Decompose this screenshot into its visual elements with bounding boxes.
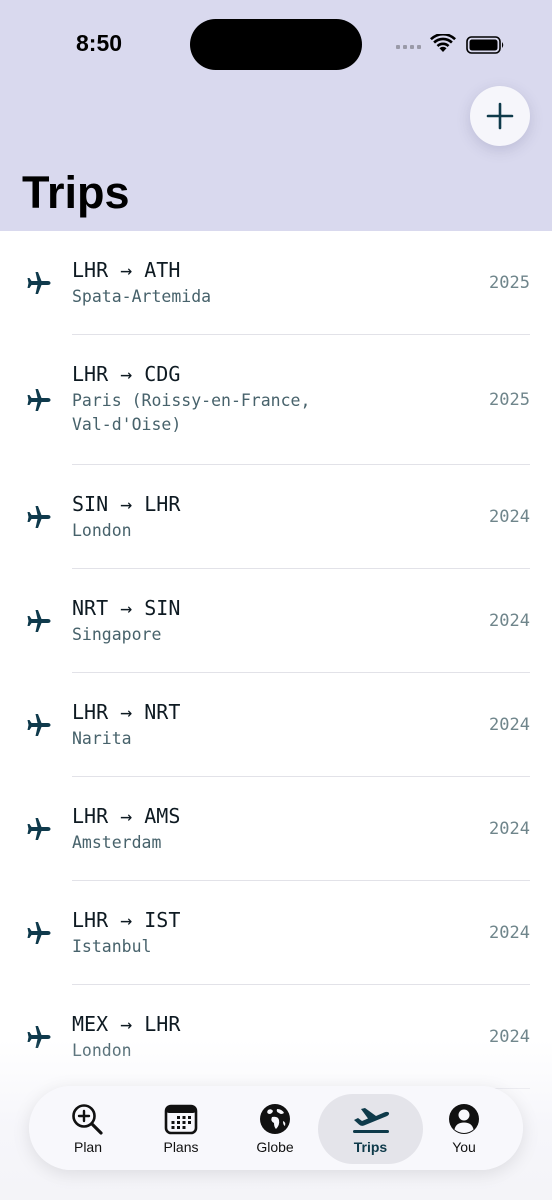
magnifier-plus-icon	[72, 1104, 103, 1135]
trip-city: Paris (Roissy-en-France, Val-d'Oise)	[72, 391, 311, 434]
trip-row[interactable]: LHR → NRT Narita 2024	[0, 673, 552, 777]
cellular-signal-icon	[396, 45, 421, 49]
trip-text: NRT → SIN Singapore	[72, 595, 352, 647]
trip-city: London	[72, 521, 132, 540]
dynamic-island	[190, 19, 362, 70]
trip-route: LHR → AMS	[72, 804, 181, 828]
calendar-icon	[164, 1104, 198, 1135]
tab-globe[interactable]: Globe	[238, 1086, 312, 1170]
plane-icon	[25, 713, 51, 741]
tab-plans[interactable]: Plans	[144, 1086, 218, 1170]
tab-plan[interactable]: Plan	[51, 1086, 125, 1170]
trip-city: Amsterdam	[72, 833, 162, 852]
trip-row[interactable]: SIN → LHR London 2024	[0, 465, 552, 569]
trip-year: 2024	[489, 611, 530, 631]
add-trip-button[interactable]	[470, 86, 530, 146]
trip-text: SIN → LHR London	[72, 491, 352, 543]
page-title: Trips	[22, 167, 130, 218]
trip-text: LHR → NRT Narita	[72, 699, 352, 751]
trip-year: 2025	[489, 273, 530, 293]
globe-icon	[260, 1104, 290, 1134]
trip-city: Spata-Artemida	[72, 287, 212, 306]
tab-trips[interactable]: Trips	[333, 1086, 408, 1170]
trip-row[interactable]: LHR → ATH Spata-Artemida 2025	[0, 231, 552, 335]
trip-year: 2024	[489, 715, 530, 735]
tab-you[interactable]: You	[427, 1086, 501, 1170]
trip-route: MEX → LHR	[72, 1012, 181, 1036]
tab-bar: Plan Plans Globe Trips You	[29, 1086, 523, 1170]
trip-city: Istanbul	[72, 937, 152, 956]
trip-route: NRT → SIN	[72, 596, 181, 620]
trip-text: LHR → CDG Paris (Roissy-en-France, Val-d'…	[72, 361, 352, 437]
battery-icon	[466, 36, 504, 54]
trip-row[interactable]: LHR → CDG Paris (Roissy-en-France, Val-d'…	[0, 335, 552, 465]
plus-icon	[486, 102, 514, 130]
tab-label: You	[452, 1139, 476, 1155]
trip-text: LHR → AMS Amsterdam	[72, 803, 352, 855]
tab-label: Globe	[256, 1139, 294, 1155]
plane-icon	[25, 271, 51, 299]
header: 8:50 Trips	[0, 0, 552, 231]
plane-icon	[25, 921, 51, 949]
trip-row[interactable]: LHR → AMS Amsterdam 2024	[0, 777, 552, 881]
plane-icon	[25, 388, 51, 416]
trip-route: LHR → NRT	[72, 700, 181, 724]
trip-row[interactable]: NRT → SIN Singapore 2024	[0, 569, 552, 673]
trip-route: SIN → LHR	[72, 492, 181, 516]
trip-city: Singapore	[72, 625, 162, 644]
tab-label: Trips	[353, 1139, 388, 1155]
trip-text: LHR → IST Istanbul	[72, 907, 352, 959]
tab-label: Plan	[73, 1139, 103, 1155]
tab-label: Plans	[163, 1139, 199, 1155]
plane-icon	[25, 609, 51, 637]
trip-text: LHR → ATH Spata-Artemida	[72, 257, 352, 309]
trip-city: Narita	[72, 729, 132, 748]
person-circle-icon	[449, 1104, 479, 1134]
trip-year: 2024	[489, 507, 530, 527]
trip-route: LHR → ATH	[72, 258, 181, 282]
plane-icon	[25, 505, 51, 533]
plane-departure-icon	[352, 1108, 389, 1133]
trip-row[interactable]: LHR → IST Istanbul 2024	[0, 881, 552, 985]
wifi-icon	[430, 34, 456, 52]
plane-icon	[25, 817, 51, 845]
trip-year: 2024	[489, 923, 530, 943]
trip-year: 2025	[489, 390, 530, 410]
trip-list: LHR → ATH Spata-Artemida 2025 LHR → CDG Pari…	[0, 231, 552, 1089]
trip-year: 2024	[489, 819, 530, 839]
trip-route: LHR → IST	[72, 908, 181, 932]
status-time: 8:50	[76, 30, 123, 56]
trip-route: LHR → CDG	[72, 362, 181, 386]
